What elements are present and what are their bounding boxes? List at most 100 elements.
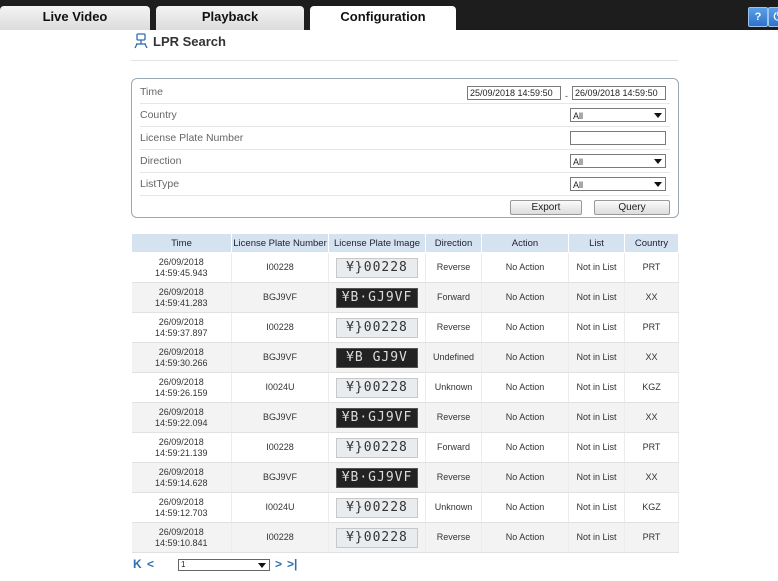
plate-number-input[interactable]	[570, 131, 666, 145]
plate-image-cell: ¥}00228	[328, 312, 426, 343]
plate-number-cell: BGJ9VF	[231, 282, 329, 313]
first-page-button[interactable]: K	[133, 557, 142, 571]
date-text: 26/09/2018	[158, 466, 204, 477]
help-icon[interactable]: ?	[748, 7, 768, 27]
logout-icon[interactable]: ⏻	[768, 7, 778, 27]
action-cell: No Action	[481, 492, 569, 523]
prev-page-button[interactable]: <	[147, 557, 154, 571]
plate-image-cell: ¥}00228	[328, 372, 426, 403]
action-cell: No Action	[481, 522, 569, 553]
plate-image[interactable]: ¥}00228	[336, 317, 418, 338]
table-row[interactable]: 26/09/2018 14:59:30.266 BGJ9VF ¥B GJ9V Undef…	[131, 342, 679, 373]
plate-image[interactable]: ¥B·GJ9VF	[336, 407, 418, 428]
filter-row-listtype: ListType All	[140, 173, 670, 196]
date-text: 26/09/2018	[158, 286, 204, 297]
plate-image[interactable]: ¥B·GJ9VF	[336, 287, 418, 308]
time-cell: 26/09/2018 14:59:45.943	[131, 252, 232, 283]
table-row[interactable]: 26/09/2018 14:59:12.703 I0024U ¥}00228 Unkno…	[131, 492, 679, 523]
country-select[interactable]: All	[570, 108, 666, 122]
plate-number-cell: I00228	[231, 252, 329, 283]
table-row[interactable]: 26/09/2018 14:59:45.943 I00228 ¥}00228 Rever…	[131, 252, 679, 283]
filter-row-direction: Direction All	[140, 150, 670, 173]
plate-image[interactable]: ¥B·GJ9VF	[336, 467, 418, 488]
time-cell: 26/09/2018 14:59:22.094	[131, 402, 232, 433]
table-row[interactable]: 26/09/2018 14:59:41.283 BGJ9VF ¥B·GJ9VF Forw…	[131, 282, 679, 313]
plate-image-cell: ¥B·GJ9VF	[328, 282, 426, 313]
last-page-button[interactable]: >|	[287, 557, 297, 571]
time-text: 14:59:10.841	[154, 537, 208, 548]
tab-label: Configuration	[340, 9, 426, 24]
date-text: 26/09/2018	[158, 376, 204, 387]
time-text: 14:59:37.897	[154, 327, 208, 338]
direction-cell: Unknown	[425, 492, 482, 523]
country-cell: PRT	[624, 252, 679, 283]
plate-image[interactable]: ¥B GJ9V	[336, 347, 418, 368]
date-text: 26/09/2018	[158, 316, 204, 327]
table-row[interactable]: 26/09/2018 14:59:14.628 BGJ9VF ¥B·GJ9VF Reve…	[131, 462, 679, 493]
plate-image[interactable]: ¥}00228	[336, 377, 418, 398]
search-car-icon	[134, 33, 148, 49]
tab-configuration[interactable]: Configuration	[310, 6, 456, 30]
table-row[interactable]: 26/09/2018 14:59:26.159 I0024U ¥}00228 Unkno…	[131, 372, 679, 403]
plate-number-cell: I0024U	[231, 372, 329, 403]
page-title: LPR Search	[153, 34, 226, 49]
start-time-field[interactable]: 25/09/2018 14:59:50	[467, 86, 561, 100]
plate-number-cell: BGJ9VF	[231, 462, 329, 493]
column-header[interactable]: List	[568, 233, 625, 253]
query-button[interactable]: Query	[594, 200, 670, 215]
plate-number-cell: BGJ9VF	[231, 402, 329, 433]
time-text: 14:59:30.266	[154, 357, 208, 368]
direction-cell: Reverse	[425, 462, 482, 493]
table-row[interactable]: 26/09/2018 14:59:10.841 I00228 ¥}00228 Rever…	[131, 522, 679, 553]
country-cell: PRT	[624, 312, 679, 343]
direction-cell: Reverse	[425, 312, 482, 343]
listtype-select[interactable]: All	[570, 177, 666, 191]
plate-number-cell: I00228	[231, 312, 329, 343]
column-header[interactable]: Time	[131, 233, 232, 253]
direction-cell: Reverse	[425, 522, 482, 553]
plate-image[interactable]: ¥}00228	[336, 497, 418, 518]
next-page-button[interactable]: >	[275, 557, 282, 571]
tab-playback[interactable]: Playback	[156, 6, 304, 30]
column-header[interactable]: License Plate Image	[328, 233, 426, 253]
tab-live-video[interactable]: Live Video	[0, 6, 150, 30]
country-cell: PRT	[624, 522, 679, 553]
table-row[interactable]: 26/09/2018 14:59:22.094 BGJ9VF ¥B·GJ9VF Reve…	[131, 402, 679, 433]
chevron-down-icon	[654, 182, 662, 187]
column-header[interactable]: Action	[481, 233, 569, 253]
action-cell: No Action	[481, 402, 569, 433]
date-text: 26/09/2018	[158, 526, 204, 537]
action-cell: No Action	[481, 432, 569, 463]
plate-image[interactable]: ¥}00228	[336, 437, 418, 458]
tab-label: Playback	[201, 9, 259, 24]
plate-image-cell: ¥B GJ9V	[328, 342, 426, 373]
country-cell: XX	[624, 282, 679, 313]
table-row[interactable]: 26/09/2018 14:59:21.139 I00228 ¥}00228 Forwa…	[131, 432, 679, 463]
export-button[interactable]: Export	[510, 200, 582, 215]
end-time-field[interactable]: 26/09/2018 14:59:50	[572, 86, 666, 100]
list-cell: Not in List	[568, 462, 625, 493]
list-cell: Not in List	[568, 282, 625, 313]
direction-select[interactable]: All	[570, 154, 666, 168]
column-header[interactable]: Country	[624, 233, 679, 253]
plate-image-cell: ¥}00228	[328, 492, 426, 523]
time-cell: 26/09/2018 14:59:26.159	[131, 372, 232, 403]
plate-image[interactable]: ¥}00228	[336, 527, 418, 548]
plate-number-label: License Plate Number	[140, 132, 244, 144]
divider	[131, 60, 678, 61]
page-value: 1	[181, 560, 186, 569]
direction-cell: Unknown	[425, 372, 482, 403]
page-select[interactable]: 1	[178, 559, 270, 571]
plate-image[interactable]: ¥}00228	[336, 257, 418, 278]
results-table: Time License Plate Number License Plate …	[131, 233, 679, 553]
time-text: 14:59:14.628	[154, 477, 208, 488]
table-row[interactable]: 26/09/2018 14:59:37.897 I00228 ¥}00228 Rever…	[131, 312, 679, 343]
column-header[interactable]: License Plate Number	[231, 233, 329, 253]
country-cell: KGZ	[624, 372, 679, 403]
time-cell: 26/09/2018 14:59:41.283	[131, 282, 232, 313]
date-text: 26/09/2018	[158, 406, 204, 417]
time-cell: 26/09/2018 14:59:10.841	[131, 522, 232, 553]
column-header[interactable]: Direction	[425, 233, 482, 253]
plate-image-cell: ¥B·GJ9VF	[328, 402, 426, 433]
country-cell: XX	[624, 462, 679, 493]
